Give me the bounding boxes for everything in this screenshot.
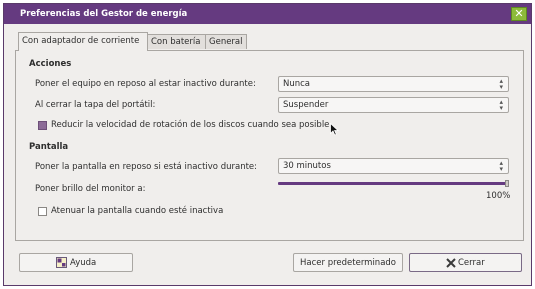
- brightness-value: 100%: [486, 191, 511, 201]
- screen-sleep-combo[interactable]: 30 minutos ▴ ▾: [278, 158, 509, 174]
- dim-screen-checkbox[interactable]: [38, 207, 47, 216]
- make-default-button-label: Hacer predeterminado: [300, 258, 396, 268]
- up-down-arrows-icon: ▴ ▾: [499, 98, 503, 112]
- help-button[interactable]: Ayuda: [19, 253, 133, 272]
- spindown-label[interactable]: Reducir la velocidad de rotación de los …: [51, 120, 329, 130]
- spindown-checkbox[interactable]: [38, 121, 47, 130]
- lid-combo-value: Suspender: [283, 100, 329, 110]
- lid-label: Al cerrar la tapa del portátil:: [35, 100, 156, 110]
- section-title-acciones: Acciones: [29, 59, 72, 69]
- help-icon: [56, 257, 67, 268]
- make-default-button[interactable]: Hacer predeterminado: [293, 253, 403, 272]
- screen-sleep-label: Poner la pantalla en reposo si está inac…: [35, 162, 258, 172]
- suspend-label: Poner el equipo en reposo al estar inact…: [35, 79, 256, 89]
- brightness-label: Poner brillo del monitor a:: [35, 184, 146, 194]
- brightness-slider-track[interactable]: [278, 182, 507, 185]
- up-down-arrows-icon: ▴ ▾: [499, 77, 503, 91]
- mouse-pointer-icon: [330, 123, 339, 136]
- tab-general[interactable]: General: [205, 34, 247, 49]
- screen-sleep-combo-value: 30 minutos: [283, 161, 331, 171]
- window-close-icon[interactable]: ✕: [511, 7, 527, 21]
- close-icon: [446, 258, 456, 268]
- brightness-slider-handle[interactable]: [505, 180, 509, 187]
- up-down-arrows-icon: ▴ ▾: [499, 159, 503, 173]
- window-title: Preferencias del Gestor de energía: [20, 9, 188, 19]
- tab-con-adaptador[interactable]: Con adaptador de corriente: [18, 32, 148, 51]
- titlebar[interactable]: Preferencias del Gestor de energía ✕: [4, 4, 531, 24]
- suspend-combo-value: Nunca: [283, 79, 311, 89]
- help-button-label: Ayuda: [70, 258, 97, 268]
- close-button-label: Cerrar: [458, 258, 485, 268]
- dim-screen-label[interactable]: Atenuar la pantalla cuando esté inactiva: [51, 206, 223, 216]
- close-button[interactable]: Cerrar: [409, 253, 522, 272]
- section-title-pantalla: Pantalla: [29, 142, 69, 152]
- tab-con-bateria[interactable]: Con batería: [147, 34, 206, 49]
- suspend-combo[interactable]: Nunca ▴ ▾: [278, 76, 509, 92]
- lid-combo[interactable]: Suspender ▴ ▾: [278, 97, 509, 113]
